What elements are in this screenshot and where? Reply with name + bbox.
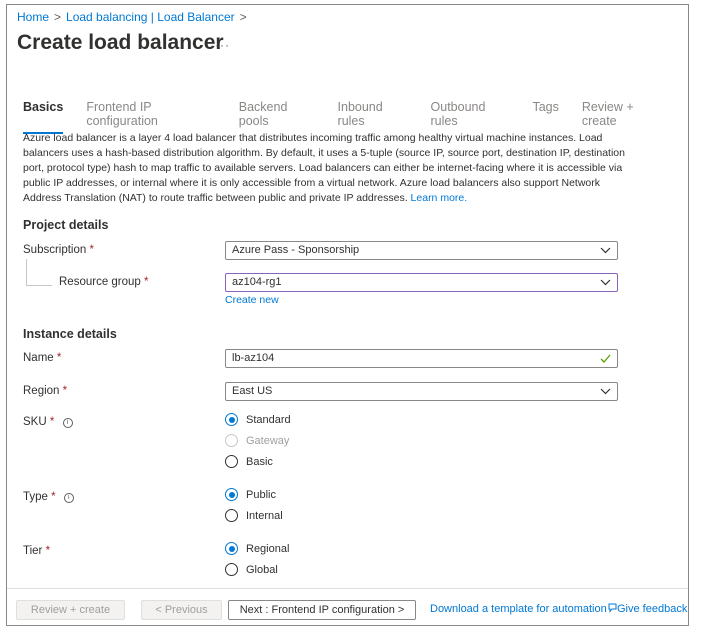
sku-label: SKU * i xyxy=(23,416,73,428)
tier-label: Tier * xyxy=(23,545,50,557)
tier-option-global[interactable]: Global xyxy=(225,563,278,576)
required-marker: * xyxy=(49,416,55,428)
name-label: Name * xyxy=(23,352,61,364)
breadcrumb-home[interactable]: Home xyxy=(17,10,49,24)
type-option-public[interactable]: Public xyxy=(225,488,276,501)
breadcrumb-separator: > xyxy=(239,10,247,24)
subscription-label-text: Subscription xyxy=(23,244,87,256)
required-marker: * xyxy=(51,491,56,503)
breadcrumb-load-balancing[interactable]: Load balancing | Load Balancer xyxy=(66,10,235,24)
tab-basics[interactable]: Basics xyxy=(23,100,64,134)
radio-unselected-icon[interactable] xyxy=(225,563,238,576)
previous-button[interactable]: < Previous xyxy=(141,600,222,620)
tier-option-label: Global xyxy=(246,563,278,576)
feedback-icon xyxy=(608,603,617,616)
resource-group-value: az104-rg1 xyxy=(232,276,282,288)
tree-connector-horizontal xyxy=(26,285,52,286)
required-marker: * xyxy=(62,385,68,397)
sku-option-basic[interactable]: Basic xyxy=(225,455,273,468)
tab-tags[interactable]: Tags xyxy=(532,100,558,134)
info-icon[interactable]: i xyxy=(62,418,73,428)
project-details-heading: Project details xyxy=(23,218,109,232)
checkmark-icon xyxy=(600,350,611,373)
breadcrumb-separator: > xyxy=(54,10,62,24)
radio-selected-icon[interactable] xyxy=(225,542,238,555)
tab-frontend-ip-configuration[interactable]: Frontend IP configuration xyxy=(86,100,215,134)
type-option-label: Public xyxy=(246,488,276,501)
subscription-value: Azure Pass - Sponsorship xyxy=(232,244,360,256)
sku-option-label: Gateway xyxy=(246,434,290,447)
tab-outbound-rules[interactable]: Outbound rules xyxy=(431,100,510,134)
type-option-internal[interactable]: Internal xyxy=(225,509,283,522)
review-create-button[interactable]: Review + create xyxy=(16,600,125,620)
more-options-icon[interactable]: ··· xyxy=(215,38,230,52)
tab-review-create[interactable]: Review + create xyxy=(582,100,665,134)
region-value: East US xyxy=(232,385,273,397)
sku-label-text: SKU xyxy=(23,416,47,428)
type-label-text: Type xyxy=(23,491,48,503)
wizard-tabs: Basics Frontend IP configuration Backend… xyxy=(23,100,688,134)
tab-backend-pools[interactable]: Backend pools xyxy=(239,100,315,134)
radio-selected-icon[interactable] xyxy=(225,413,238,426)
description-body: Azure load balancer is a layer 4 load ba… xyxy=(23,132,625,204)
name-input[interactable]: lb-az104 xyxy=(225,349,618,368)
resource-group-label-text: Resource group xyxy=(59,276,141,288)
sku-option-label: Basic xyxy=(246,455,273,468)
radio-unselected-icon[interactable] xyxy=(225,509,238,522)
sku-option-gateway: Gateway xyxy=(225,434,289,447)
required-marker: * xyxy=(144,276,149,288)
region-label-text: Region xyxy=(23,385,60,397)
create-load-balancer-blade: Home > Load balancing | Load Balancer > Cre… xyxy=(6,4,689,626)
tier-option-regional[interactable]: Regional xyxy=(225,542,289,555)
chevron-down-icon xyxy=(600,274,611,297)
resource-group-dropdown[interactable]: az104-rg1 xyxy=(225,273,618,292)
instance-details-heading: Instance details xyxy=(23,327,117,341)
sku-option-label: Standard xyxy=(246,413,291,426)
tab-inbound-rules[interactable]: Inbound rules xyxy=(338,100,408,134)
page-title: Create load balancer xyxy=(17,31,224,54)
next-frontend-ip-button[interactable]: Next : Frontend IP configuration > xyxy=(228,600,416,620)
tier-option-label: Regional xyxy=(246,542,290,555)
radio-disabled-icon xyxy=(225,434,238,447)
radio-unselected-icon[interactable] xyxy=(225,455,238,468)
give-feedback-label: Give feedback xyxy=(617,603,688,615)
download-template-link[interactable]: Download a template for automation xyxy=(430,603,607,615)
type-option-label: Internal xyxy=(246,509,283,522)
type-label: Type * i xyxy=(23,491,74,503)
sku-option-standard[interactable]: Standard xyxy=(225,413,291,426)
info-icon[interactable]: i xyxy=(63,493,74,503)
region-label: Region * xyxy=(23,385,67,397)
name-value: lb-az104 xyxy=(232,352,275,364)
required-marker: * xyxy=(56,352,62,364)
chevron-down-icon xyxy=(600,383,611,406)
learn-more-link[interactable]: Learn more. xyxy=(411,192,468,204)
region-dropdown[interactable]: East US xyxy=(225,382,618,401)
wizard-footer: Review + create < Previous Next : Fronte… xyxy=(7,588,688,625)
name-label-text: Name xyxy=(23,352,54,364)
resource-group-label: Resource group * xyxy=(59,276,149,288)
chevron-down-icon xyxy=(600,242,611,265)
tree-connector-vertical xyxy=(26,259,27,285)
give-feedback-link[interactable]: Give feedback xyxy=(608,603,687,616)
subscription-label: Subscription * xyxy=(23,244,94,256)
description-text: Azure load balancer is a layer 4 load ba… xyxy=(23,131,627,206)
tier-label-text: Tier xyxy=(23,545,43,557)
required-marker: * xyxy=(89,244,94,256)
required-marker: * xyxy=(45,545,51,557)
breadcrumb: Home > Load balancing | Load Balancer > xyxy=(17,10,252,24)
radio-selected-icon[interactable] xyxy=(225,488,238,501)
subscription-dropdown[interactable]: Azure Pass - Sponsorship xyxy=(225,241,618,260)
create-new-resource-group-link[interactable]: Create new xyxy=(225,294,279,306)
